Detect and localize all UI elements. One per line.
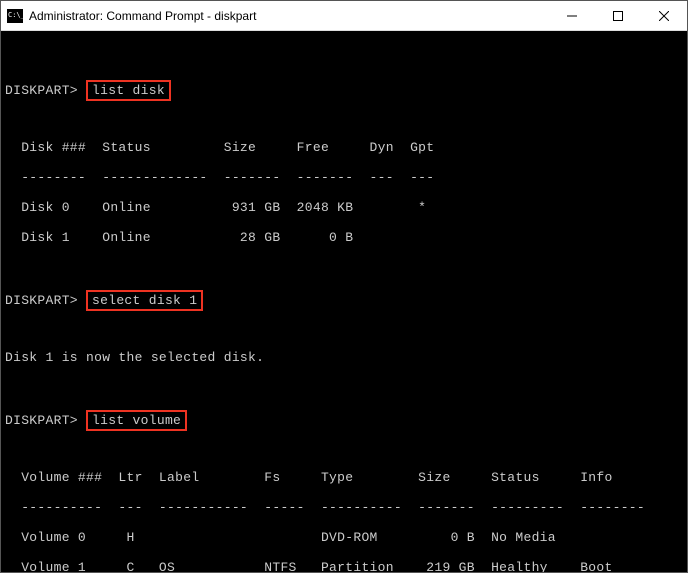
table-row: Volume 0 H DVD-ROM 0 B No Media: [5, 530, 679, 545]
titlebar[interactable]: Administrator: Command Prompt - diskpart: [1, 1, 687, 31]
window-title: Administrator: Command Prompt - diskpart: [29, 9, 549, 23]
cmd-select-disk: select disk 1: [86, 290, 203, 311]
cmd-icon: [7, 9, 23, 23]
prompt-label: DISKPART>: [5, 413, 78, 428]
prompt-label: DISKPART>: [5, 83, 78, 98]
maximize-button[interactable]: [595, 1, 641, 30]
command-prompt-window: Administrator: Command Prompt - diskpart…: [0, 0, 688, 573]
terminal-output[interactable]: DISKPART> list disk Disk ### Status Size…: [1, 31, 687, 572]
prompt-label: DISKPART>: [5, 293, 78, 308]
cmd-list-disk: list disk: [86, 80, 171, 101]
volume-divider: ---------- --- ----------- ----- -------…: [5, 500, 679, 515]
close-button[interactable]: [641, 1, 687, 30]
disk-divider: -------- ------------- ------- ------- -…: [5, 170, 679, 185]
msg-disk-selected: Disk 1 is now the selected disk.: [5, 350, 679, 365]
window-controls: [549, 1, 687, 30]
table-row: Disk 1 Online 28 GB 0 B: [5, 230, 679, 245]
table-row: Volume 1 C OS NTFS Partition 219 GB Heal…: [5, 560, 679, 572]
volume-header: Volume ### Ltr Label Fs Type Size Status…: [5, 470, 679, 485]
table-row: Disk 0 Online 931 GB 2048 KB *: [5, 200, 679, 215]
minimize-button[interactable]: [549, 1, 595, 30]
disk-header: Disk ### Status Size Free Dyn Gpt: [5, 140, 679, 155]
cmd-list-volume: list volume: [86, 410, 187, 431]
